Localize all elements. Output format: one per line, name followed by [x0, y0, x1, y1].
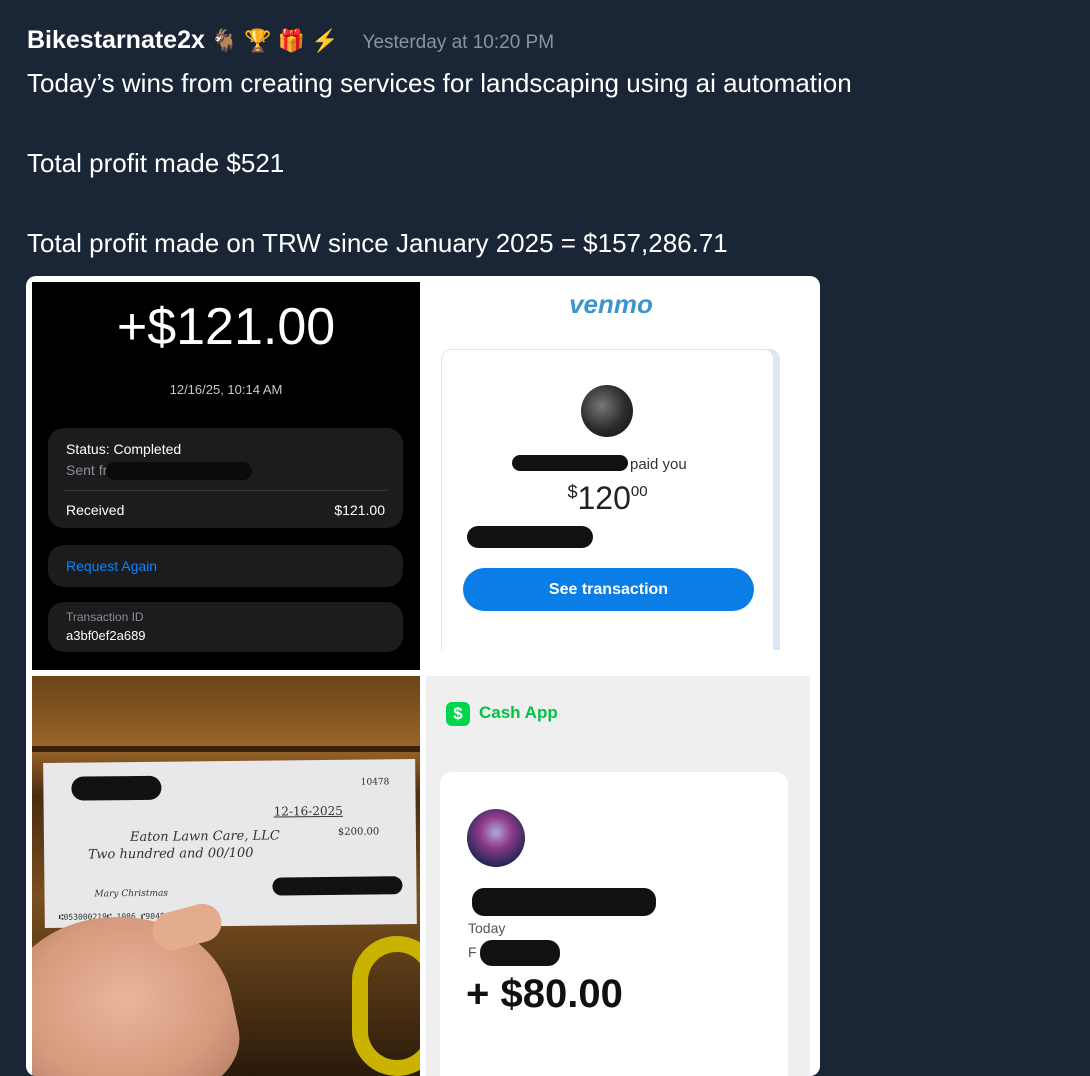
lightning-badge-icon: ⚡	[311, 28, 339, 53]
currency-symbol: $	[567, 482, 578, 502]
wood-trim	[32, 746, 420, 752]
received-label: Received	[66, 502, 125, 518]
cash-app-payment-card: Today F + $80.00	[440, 772, 788, 1076]
trophy-badge-icon: 🏆	[244, 28, 272, 53]
paper-check: 10478 12-16-2025 Eaton Lawn Care, LLC $2…	[43, 759, 417, 928]
amount-dollars: 120	[577, 480, 631, 516]
message-timestamp[interactable]: Yesterday at 10:20 PM	[363, 32, 555, 54]
avatar	[467, 809, 525, 867]
image-attachment[interactable]: +$121.00 12/16/25, 10:14 AM Status: Comp…	[26, 276, 820, 1076]
check-date: 12-16-2025	[273, 803, 343, 819]
cash-app-amount: + $80.00	[466, 972, 623, 1016]
redaction-mark	[467, 526, 593, 548]
venmo-logo: venmo	[569, 289, 653, 319]
message-line-3: Total profit made on TRW since January 2…	[27, 228, 728, 258]
transaction-id-value: a3bf0ef2a689	[66, 628, 146, 643]
status-text: Status: Completed	[66, 441, 182, 457]
avatar	[581, 385, 633, 437]
amount-cents: 00	[630, 483, 648, 500]
apple-cash-screenshot: +$121.00 12/16/25, 10:14 AM Status: Comp…	[32, 282, 420, 670]
paid-you-text: paid you	[630, 456, 687, 473]
redaction-mark	[472, 888, 656, 916]
received-value: $121.00	[334, 502, 385, 518]
check-photo: 10478 12-16-2025 Eaton Lawn Care, LLC $2…	[32, 676, 420, 1076]
from-prefix: F	[468, 944, 477, 960]
venmo-screenshot: venmo paid you $12000 See transaction	[426, 282, 814, 670]
see-transaction-button: See transaction	[463, 568, 754, 611]
transaction-id-label: Transaction ID	[66, 610, 144, 624]
check-amount: $200.00	[337, 826, 380, 838]
cash-app-name: Cash App	[479, 703, 558, 722]
request-again-link: Request Again	[66, 558, 158, 574]
cash-app-logo-icon: $	[446, 702, 470, 726]
request-again-card: Request Again	[48, 545, 403, 587]
check-memo: Mary Christmas	[94, 888, 169, 900]
redaction-mark	[71, 775, 162, 801]
venmo-amount: $12000	[442, 480, 773, 517]
username[interactable]: Bikestarnate2x	[27, 26, 205, 55]
message-header: Bikestarnate2x 🐐 🏆 🎁 ⚡ Yesterday at 10:2…	[27, 26, 554, 56]
goat-badge-icon: 🐐	[210, 28, 239, 53]
check-payee: Eaton Lawn Care, LLC	[129, 828, 280, 846]
transaction-id-card: Transaction ID a3bf0ef2a689	[48, 602, 403, 652]
venmo-payment-card: paid you $12000 See transaction	[441, 349, 774, 650]
redaction-mark	[106, 462, 252, 480]
divider	[64, 490, 387, 491]
message-line-1: Today’s wins from creating services for …	[27, 68, 852, 98]
cash-app-screenshot: $ Cash App Today F + $80.00	[426, 676, 810, 1076]
status-card: Status: Completed Sent fro Received $121…	[48, 428, 403, 528]
check-number: 10478	[360, 777, 390, 788]
redaction-mark	[512, 455, 628, 471]
yellow-object	[352, 936, 420, 1076]
payment-amount: +$121.00	[116, 298, 336, 356]
message-line-2: Total profit made $521	[27, 148, 285, 178]
gift-badge-icon: 🎁	[277, 28, 306, 53]
date-text: Today	[468, 920, 506, 936]
payment-date: 12/16/25, 10:14 AM	[169, 382, 283, 397]
check-amount-words: Two hundred and 00/100	[88, 845, 254, 863]
redaction-mark	[272, 876, 403, 896]
redaction-mark	[480, 940, 560, 966]
